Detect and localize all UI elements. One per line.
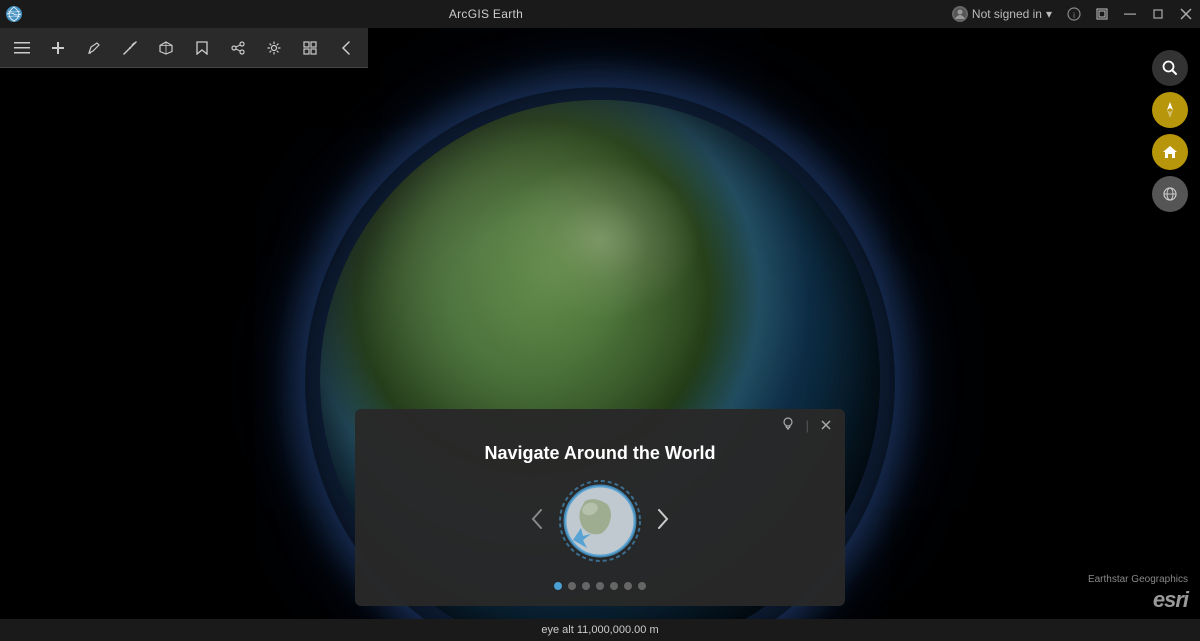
expand-button[interactable]	[1088, 0, 1116, 28]
right-panel	[1152, 50, 1188, 212]
dot-2[interactable]	[568, 582, 576, 590]
dot-6[interactable]	[624, 582, 632, 590]
add-button[interactable]	[42, 32, 74, 64]
dialog-title: Navigate Around the World	[355, 435, 845, 476]
minimize-button[interactable]	[1116, 0, 1144, 28]
dialog-separator: |	[806, 418, 809, 433]
user-label: Not signed in	[972, 7, 1042, 21]
dialog-bulb-button[interactable]	[778, 415, 798, 435]
dialog-globe-icon	[555, 476, 645, 566]
globe-view-button[interactable]	[1152, 176, 1188, 212]
collapse-button[interactable]	[330, 32, 362, 64]
title-controls: Not signed in ▾ i	[944, 0, 1200, 28]
info-button[interactable]: i	[1060, 0, 1088, 28]
dialog-next-button[interactable]	[645, 501, 681, 541]
title-bar: ArcGIS Earth Not signed in ▾ i	[0, 0, 1200, 28]
dialog-close-button[interactable]	[817, 417, 835, 434]
measure-button[interactable]	[114, 32, 146, 64]
user-avatar	[952, 6, 968, 22]
app-icon	[0, 0, 28, 28]
north-button[interactable]	[1152, 92, 1188, 128]
close-button[interactable]	[1172, 0, 1200, 28]
home-button[interactable]	[1152, 134, 1188, 170]
dot-1[interactable]	[554, 582, 562, 590]
dialog-image-area	[355, 476, 845, 582]
model-button[interactable]	[150, 32, 182, 64]
restore-button[interactable]	[1144, 0, 1172, 28]
settings-button[interactable]	[258, 32, 290, 64]
status-bar: eye alt 11,000,000.00 m	[0, 619, 1200, 641]
share-button[interactable]	[222, 32, 254, 64]
bookmark-button[interactable]	[186, 32, 218, 64]
gallery-button[interactable]	[294, 32, 326, 64]
sketch-button[interactable]	[78, 32, 110, 64]
user-dropdown-icon: ▾	[1046, 7, 1052, 21]
user-section[interactable]: Not signed in ▾	[944, 6, 1060, 22]
dot-4[interactable]	[596, 582, 604, 590]
items-button[interactable]	[6, 32, 38, 64]
dialog-prev-button[interactable]	[519, 501, 555, 541]
esri-logo: esri	[1153, 587, 1188, 613]
svg-text:i: i	[1073, 11, 1075, 20]
welcome-dialog: | Navigate Around the World	[355, 409, 845, 606]
dot-3[interactable]	[582, 582, 590, 590]
dot-7[interactable]	[638, 582, 646, 590]
app-title: ArcGIS Earth	[28, 7, 944, 21]
dialog-dots	[355, 582, 845, 606]
search-button[interactable]	[1152, 50, 1188, 86]
branding: Earthstar Geographics esri	[1088, 574, 1188, 613]
dot-5[interactable]	[610, 582, 618, 590]
dialog-header: |	[355, 409, 845, 435]
earthstar-label: Earthstar Geographics	[1088, 574, 1188, 585]
status-text: eye alt 11,000,000.00 m	[541, 624, 658, 636]
toolbar	[0, 28, 368, 68]
